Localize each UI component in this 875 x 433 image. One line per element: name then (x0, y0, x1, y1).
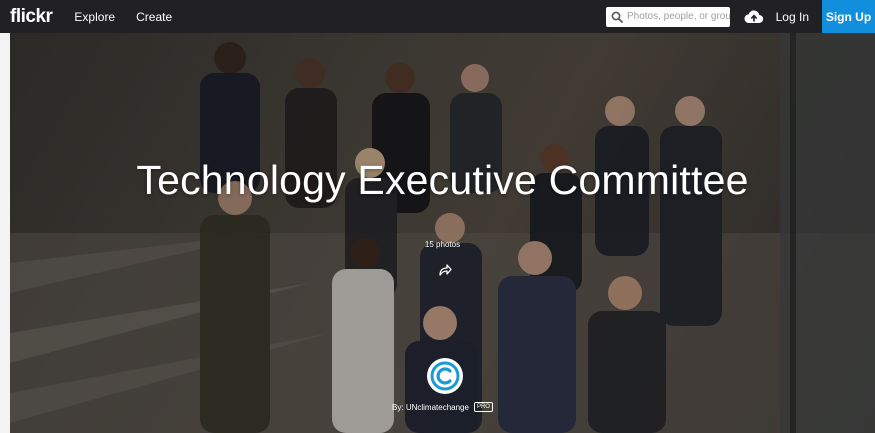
page-left-margin (0, 33, 10, 433)
search-input[interactable]: Photos, people, or groups (605, 6, 730, 27)
album-cover: Technology Executive Committee 15 photos… (10, 33, 875, 433)
owner-link[interactable]: By: UNclimatechange (392, 403, 469, 412)
login-link[interactable]: Log In (776, 10, 809, 24)
signup-button[interactable]: Sign Up (822, 0, 875, 33)
page: flickr Explore Create Photos, people, or… (0, 0, 875, 433)
flickr-logo[interactable]: flickr (10, 6, 53, 28)
share-icon[interactable] (437, 262, 453, 278)
nav-create[interactable]: Create (136, 10, 172, 24)
search-icon[interactable] (610, 9, 624, 25)
upload-cloud-icon[interactable] (744, 9, 766, 25)
search-placeholder: Photos, people, or groups (626, 11, 730, 22)
owner-byline: By: UNclimatechange PRO (10, 402, 875, 412)
photo-count: 15 photos (424, 240, 461, 249)
owner-avatar-icon[interactable] (427, 358, 463, 394)
top-navigation-bar: flickr Explore Create Photos, people, or… (0, 0, 875, 33)
pro-badge: PRO (473, 402, 493, 412)
album-title: Technology Executive Committee (136, 157, 749, 203)
nav-explore[interactable]: Explore (74, 10, 115, 24)
